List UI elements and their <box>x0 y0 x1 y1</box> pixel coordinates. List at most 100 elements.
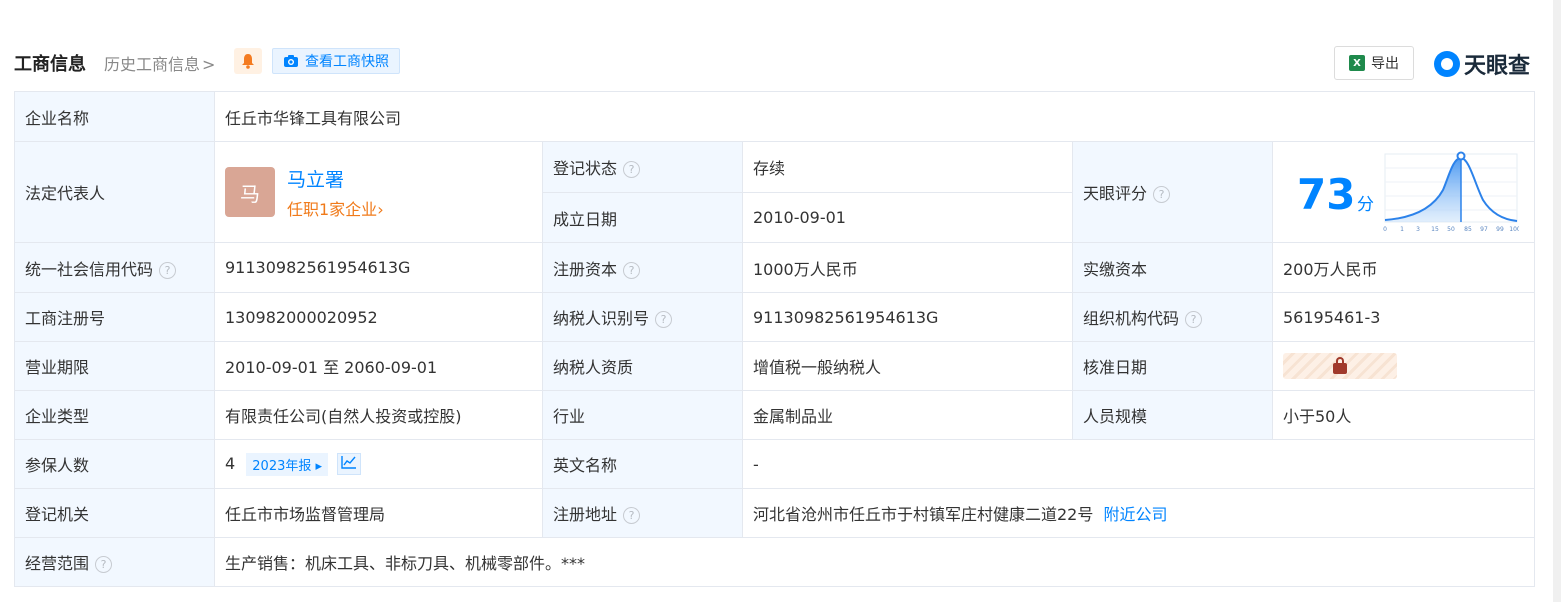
table-row: 企业类型 有限责任公司(自然人投资或控股) 行业 金属制品业 人员规模 小于50… <box>14 390 1536 440</box>
score-axis-tick: 99 <box>1496 226 1504 233</box>
score-axis-tick: 97 <box>1480 226 1488 233</box>
score-axis-tick: 1 <box>1400 226 1404 233</box>
score-axis-tick: 0 <box>1383 226 1387 233</box>
help-icon[interactable]: ? <box>1153 186 1171 203</box>
reg-capital-label-cell: 注册资本? <box>542 242 743 293</box>
legal-rep-name[interactable]: 马立署 <box>287 165 384 192</box>
annual-report-link[interactable]: 2023年报 ▸ <box>246 452 329 476</box>
avatar[interactable]: 马 <box>225 167 275 217</box>
table-row: 企业名称 任丘市华锋工具有限公司 <box>14 91 1536 142</box>
scope: 生产销售：机床工具、非标刀具、机械零部件。*** <box>213 537 1536 587</box>
score-axis-tick: 3 <box>1416 226 1420 233</box>
company-type: 有限责任公司(自然人投资或控股) <box>214 390 543 440</box>
snapshot-button[interactable]: 查看工商快照 <box>272 48 400 74</box>
reg-status-label-cell: 登记状态? <box>542 141 743 193</box>
help-icon[interactable]: ? <box>1185 311 1203 328</box>
score-label-cell: 天眼评分? <box>1072 141 1273 243</box>
authority-label: 登记机关 <box>14 488 215 538</box>
taxpayer-id: 91130982561954613G <box>742 292 1073 342</box>
table-row: 营业期限 2010-09-01 至 2060-09-01 纳税人资质 增值税一般… <box>14 341 1536 391</box>
paid-capital-label: 实缴资本 <box>1072 242 1273 293</box>
help-icon[interactable]: ? <box>623 161 641 178</box>
founded: 2010-09-01 <box>742 192 1073 243</box>
reg-status-label: 登记状态 <box>553 159 618 178</box>
taxpayer-id-label-cell: 纳税人识别号? <box>542 292 743 342</box>
reg-no-label: 工商注册号 <box>14 292 215 342</box>
scrollbar[interactable] <box>1553 0 1561 602</box>
credit-code: 91130982561954613G <box>214 242 543 293</box>
table-row: 参保人数 4 2023年报 ▸ 英文名称 - <box>14 439 1536 489</box>
brand-name: 天眼查 <box>1464 54 1531 79</box>
approve-date-cell <box>1271 341 1536 391</box>
trend-chart-icon[interactable] <box>337 453 362 475</box>
help-icon[interactable]: ? <box>159 261 177 279</box>
scope-label: 经营范围 <box>25 554 90 573</box>
english-name-label: 英文名称 <box>542 439 743 489</box>
export-button[interactable]: X 导出 <box>1334 46 1414 80</box>
address-label-cell: 注册地址? <box>542 488 743 538</box>
tianyancha-logo-icon <box>1434 51 1460 77</box>
company-type-label: 企业类型 <box>14 390 215 440</box>
section-title: 工商信息 <box>14 54 86 75</box>
history-label: 历史工商信息 <box>104 55 201 74</box>
score-value: 73 <box>1297 170 1356 219</box>
scope-label-cell: 经营范围? <box>14 537 215 587</box>
help-icon[interactable]: ? <box>623 261 641 279</box>
score-axis-tick: 50 <box>1447 226 1455 233</box>
table-row: 经营范围? 生产销售：机床工具、非标刀具、机械零部件。*** <box>14 537 1536 587</box>
annual-report-label: 2023年报 <box>252 458 312 474</box>
org-code-label: 组织机构代码 <box>1083 309 1180 328</box>
company-name-label: 企业名称 <box>14 91 215 142</box>
address-label: 注册地址 <box>553 505 618 524</box>
approve-date-label: 核准日期 <box>1072 341 1273 391</box>
lock-icon <box>1333 356 1347 374</box>
company-name: 任丘市华锋工具有限公司 <box>213 91 1536 142</box>
english-name: - <box>741 439 1536 489</box>
paid-capital: 200万人民币 <box>1271 242 1536 293</box>
help-icon[interactable]: ? <box>95 556 113 573</box>
taxpayer-qual-label: 纳税人资质 <box>542 341 743 391</box>
export-label: 导出 <box>1371 56 1399 72</box>
industry-label: 行业 <box>542 390 743 440</box>
org-code: 56195461-3 <box>1271 292 1536 342</box>
reg-no: 130982000020952 <box>214 292 543 342</box>
staff-size-label: 人员规模 <box>1072 390 1273 440</box>
taxpayer-id-label: 纳税人识别号 <box>553 309 650 328</box>
insured-cell: 4 2023年报 ▸ <box>214 439 543 489</box>
chevron-right-icon: › <box>377 199 384 219</box>
legal-rep-cell: 马 马立署 任职1家企业› <box>214 141 543 243</box>
industry: 金属制品业 <box>742 390 1073 440</box>
address-cell: 河北省沧州市任丘市于村镇军庄村健康二道22号 附近公司 <box>741 488 1536 538</box>
help-icon[interactable]: ? <box>623 507 641 524</box>
insured-count: 4 <box>225 453 236 473</box>
history-link[interactable]: 历史工商信息 > <box>104 51 215 75</box>
help-icon[interactable]: ? <box>655 311 673 328</box>
authority: 任丘市市场监督管理局 <box>214 488 543 538</box>
score-axis-tick: 100 <box>1509 226 1519 233</box>
address: 河北省沧州市任丘市于村镇军庄村健康二道22号 <box>753 505 1094 524</box>
locked-content[interactable] <box>1283 353 1397 379</box>
score-axis-tick: 15 <box>1431 226 1439 233</box>
taxpayer-qual: 增值税一般纳税人 <box>742 341 1073 391</box>
bell-icon[interactable] <box>234 48 262 74</box>
score-axis-tick: 85 <box>1464 226 1472 233</box>
score-label: 天眼评分 <box>1083 184 1148 203</box>
legal-rep-label: 法定代表人 <box>14 141 215 243</box>
term-label: 营业期限 <box>14 341 215 391</box>
founded-label: 成立日期 <box>542 192 743 243</box>
reg-capital: 1000万人民币 <box>742 242 1073 293</box>
insured-label: 参保人数 <box>14 439 215 489</box>
reg-status: 存续 <box>742 141 1073 193</box>
nearby-companies-link[interactable]: 附近公司 <box>1104 505 1168 524</box>
credit-code-label-cell: 统一社会信用代码? <box>14 242 215 293</box>
table-row: 法定代表人 马 马立署 任职1家企业› 登记状态? 存续 天眼评分? 73 分 <box>14 141 1536 243</box>
score-cell[interactable]: 73 分 0 1 3 15 50 85 97 99 100 <box>1271 141 1536 243</box>
chevron-right-icon: > <box>202 55 216 74</box>
staff-size: 小于50人 <box>1271 390 1536 440</box>
org-code-label-cell: 组织机构代码? <box>1072 292 1273 342</box>
table-row: 登记机关 任丘市市场监督管理局 注册地址? 河北省沧州市任丘市于村镇军庄村健康二… <box>14 488 1536 538</box>
legal-rep-jobs-link[interactable]: 任职1家企业› <box>287 196 384 220</box>
caret-right-icon: ▸ <box>315 458 323 474</box>
section-header: 工商信息 历史工商信息 > 查看工商快照 X 导出 天眼查 <box>14 44 1534 80</box>
table-row: 工商注册号 130982000020952 纳税人识别号? 9113098256… <box>14 292 1536 342</box>
